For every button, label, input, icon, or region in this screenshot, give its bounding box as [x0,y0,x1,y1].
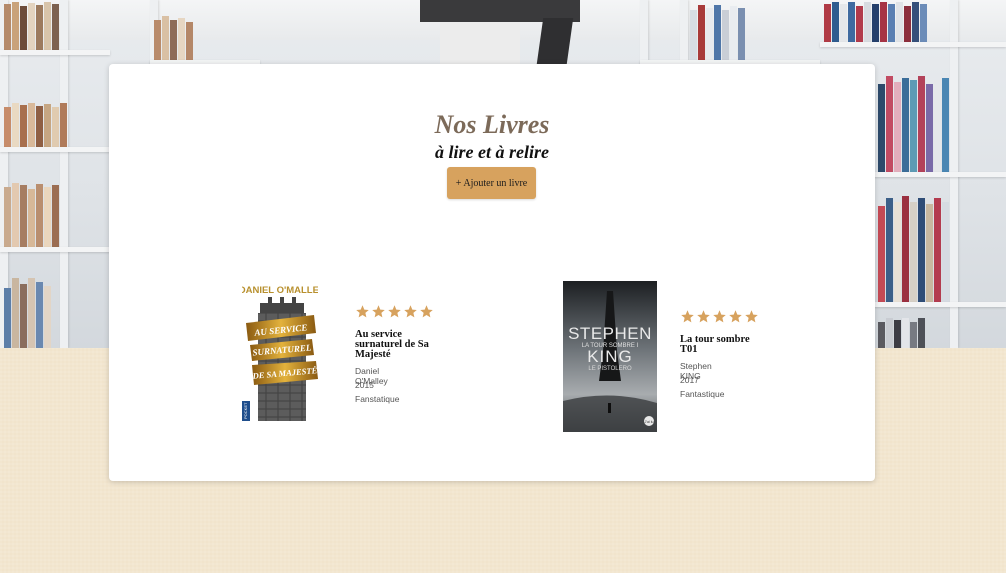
cover-publisher: J'ai lu [645,420,654,424]
rating-stars[interactable] [680,309,759,324]
rating-stars[interactable] [355,304,434,319]
cover-author-text: DANIEL O'MALLEY [242,285,318,296]
books-panel: Nos Livres à lire et à relire + Ajouter … [109,64,875,481]
star-icon[interactable] [712,309,727,324]
star-icon[interactable] [403,304,418,319]
add-book-button[interactable]: + Ajouter un livre [447,167,536,199]
book-cover-image[interactable]: DANIEL O'MALLEY [242,281,318,423]
book-cover-art: DANIEL O'MALLEY [242,281,318,423]
cover-publisher: POCKET [243,402,248,419]
background-machine [420,0,590,64]
book-year: 2015 [355,380,374,390]
book-year: 2017 [680,375,699,385]
cover-subtitle: LE PISTOLERO [588,366,632,372]
cover-ribbons: AU SERVICE SURNATUREL DE SA MAJESTÉ [246,315,318,385]
book-cover-art: STEPHEN LA TOUR SOMBRE I KING LE PISTOLE… [563,281,657,432]
book-genre: Fanstatique [355,394,400,404]
star-icon[interactable] [371,304,386,319]
star-icon[interactable] [728,309,743,324]
book-title: Au service surnaturel de Sa Majesté [355,329,429,360]
star-icon[interactable] [680,309,695,324]
star-icon[interactable] [744,309,759,324]
left-bookshelf [0,0,110,348]
page-title: Nos Livres [434,110,550,139]
star-icon[interactable] [355,304,370,319]
book-genre: Fantastique [680,389,725,399]
book-title: La tour sombre T01 [680,334,750,355]
star-icon[interactable] [696,309,711,324]
cover-author-first: STEPHEN [568,324,652,343]
cover-author-last: KING [587,347,633,366]
page-subtitle: à lire et à relire [435,142,549,162]
star-icon[interactable] [419,304,434,319]
star-icon[interactable] [387,304,402,319]
book-cover-image[interactable]: STEPHEN LA TOUR SOMBRE I KING LE PISTOLE… [563,281,657,432]
